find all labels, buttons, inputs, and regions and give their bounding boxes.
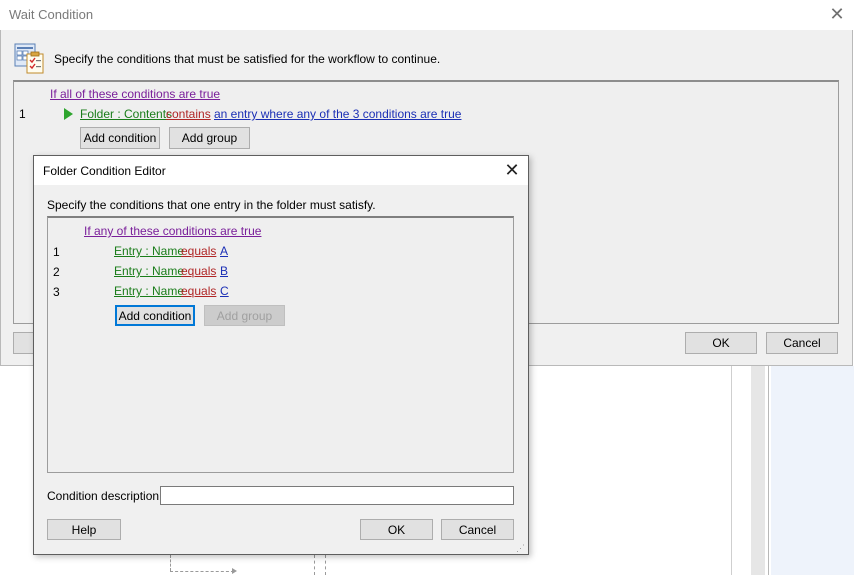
background-connector-line-4 [170, 571, 234, 573]
folder-row-value-link[interactable]: B [220, 264, 228, 278]
wait-condition-title: Wait Condition [9, 7, 94, 22]
folder-row-number: 2 [53, 265, 60, 279]
background-connector-line [314, 555, 316, 575]
folder-cancel-button[interactable]: Cancel [441, 519, 514, 540]
folder-row-number: 3 [53, 285, 60, 299]
folder-root-group-link[interactable]: If any of these conditions are true [84, 224, 261, 238]
folder-row-operator-link[interactable]: equals [181, 264, 216, 278]
background-connector-line-3 [170, 555, 172, 571]
folder-editor-title: Folder Condition Editor [43, 164, 166, 178]
folder-add-condition-button[interactable]: Add condition [115, 305, 195, 326]
folder-row-field-link[interactable]: Entry : Name [114, 264, 184, 278]
folder-add-group-button[interactable]: Add group [204, 305, 285, 326]
wait-row-value-link[interactable]: an entry where any of the 3 conditions a… [214, 107, 461, 121]
folder-row-operator-link[interactable]: equals [181, 284, 216, 298]
green-triangle-icon[interactable] [64, 108, 73, 120]
folder-row-field-link[interactable]: Entry : Name [114, 284, 184, 298]
background-divider [731, 366, 732, 575]
wait-add-condition-button[interactable]: Add condition [80, 127, 160, 149]
wait-row-operator-link[interactable]: contains [166, 107, 211, 121]
wait-condition-header-text: Specify the conditions that must be sati… [54, 52, 441, 66]
folder-row-number: 1 [53, 245, 60, 259]
folder-row-value-link[interactable]: A [220, 244, 228, 258]
resize-grip-icon[interactable]: ⋰ [516, 543, 526, 553]
folder-ok-button[interactable]: OK [360, 519, 433, 540]
wait-add-group-button[interactable]: Add group [169, 127, 250, 149]
folder-row-operator-link[interactable]: equals [181, 244, 216, 258]
background-arrow-head [232, 568, 237, 574]
folder-row-value-link[interactable]: C [220, 284, 229, 298]
condition-description-label: Condition description: [47, 489, 163, 503]
close-icon[interactable]: ✕ [828, 4, 846, 24]
clipboard-checklist-icon [13, 42, 45, 74]
wait-condition-titlebar[interactable] [0, 0, 853, 30]
close-icon[interactable]: ✕ [503, 160, 521, 180]
wait-row-field-link[interactable]: Folder : Contents [80, 107, 172, 121]
background-scrollbar-track [751, 366, 765, 575]
wait-row-number: 1 [19, 107, 26, 121]
wait-root-group-link[interactable]: If all of these conditions are true [50, 87, 220, 101]
folder-editor-description: Specify the conditions that one entry in… [47, 198, 376, 212]
background-side-panel [771, 366, 854, 575]
wait-left-button-partial[interactable] [13, 332, 35, 354]
background-divider-2 [768, 366, 769, 575]
wait-cancel-button[interactable]: Cancel [766, 332, 838, 354]
wait-ok-button[interactable]: OK [685, 332, 757, 354]
condition-description-input[interactable] [160, 486, 514, 505]
background-connector-line-2 [325, 555, 327, 575]
folder-help-button[interactable]: Help [47, 519, 121, 540]
folder-row-field-link[interactable]: Entry : Name [114, 244, 184, 258]
